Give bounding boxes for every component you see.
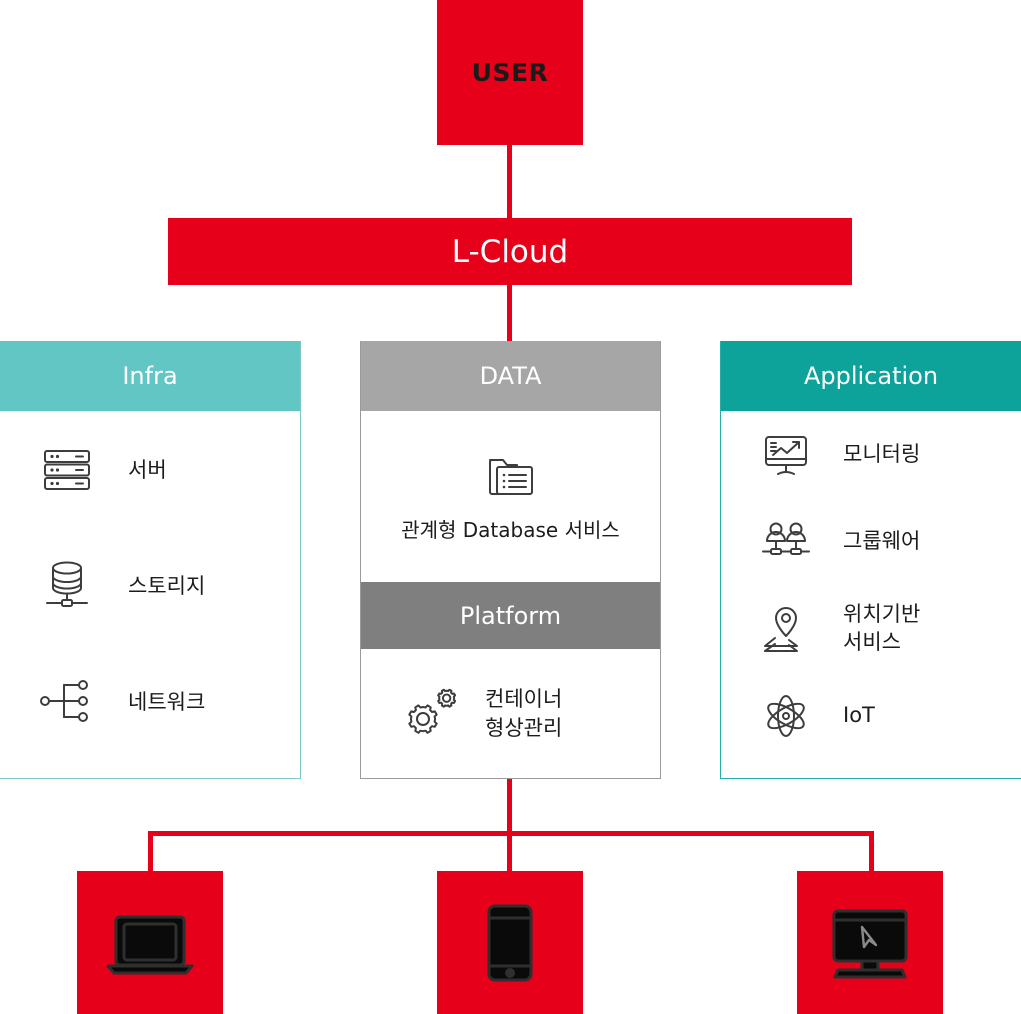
device-box-laptop[interactable] <box>77 871 223 1014</box>
app-item-monitoring[interactable]: 모니터링 <box>721 411 1021 498</box>
connector-user-to-cloud <box>507 145 512 218</box>
atom-icon <box>756 690 816 742</box>
app-item-label-location-line1: 위치기반 <box>843 602 921 627</box>
infra-item-server[interactable]: 서버 <box>0 411 300 527</box>
infra-body: 서버 스토리지 네트워크 <box>0 411 300 759</box>
platform-header: Platform <box>361 582 660 649</box>
connector-columns-to-bus <box>507 779 512 836</box>
connector-cloud-to-columns <box>507 285 512 341</box>
app-item-label-monitoring: 모니터링 <box>843 441 921 466</box>
monitoring-chart-icon <box>756 431 816 479</box>
application-header-label: Application <box>803 362 939 390</box>
data-body[interactable]: 관계형 Database 서비스 <box>361 411 660 582</box>
data-caption: 관계형 Database 서비스 <box>401 518 620 542</box>
user-box-label: USER <box>471 58 549 87</box>
connector-bus-to-mobile <box>507 831 512 871</box>
desktop-monitor-cursor-icon <box>824 905 916 981</box>
app-item-label-iot: IoT <box>843 702 875 727</box>
platform-header-label: Platform <box>459 601 562 630</box>
application-header: Application <box>721 341 1021 411</box>
l-cloud-bar[interactable]: L-Cloud <box>168 218 852 285</box>
diagram-canvas: USER L-Cloud Infra 서버 스토리지 네트워크 DATA 관계형… <box>0 0 1021 1014</box>
platform-label-line1: 컨테이너 <box>485 687 563 712</box>
user-box[interactable]: USER <box>437 0 583 145</box>
device-box-desktop[interactable] <box>797 871 943 1014</box>
app-item-iot[interactable]: IoT <box>721 672 1021 759</box>
server-rack-icon <box>34 441 100 497</box>
mobile-phone-icon <box>483 902 537 984</box>
storage-cylinder-icon <box>34 556 100 614</box>
laptop-icon <box>100 905 200 981</box>
infra-item-label-network: 네트워크 <box>128 690 206 714</box>
folder-list-icon <box>484 450 538 500</box>
infra-item-label-server: 서버 <box>128 458 167 482</box>
groupware-people-icon <box>756 518 816 566</box>
platform-label: 컨테이너 형상관리 <box>485 685 562 742</box>
location-pin-layers-icon <box>756 604 816 654</box>
infra-item-label-storage: 스토리지 <box>128 574 206 598</box>
infra-item-storage[interactable]: 스토리지 <box>0 527 300 643</box>
data-platform-column: DATA 관계형 Database 서비스 Platform 컨테이너 형상관리 <box>360 341 661 779</box>
app-item-label-location: 위치기반 서비스 <box>843 601 920 656</box>
network-nodes-icon <box>34 673 100 729</box>
data-header-label: DATA <box>479 362 542 390</box>
app-item-label-groupware: 그룹웨어 <box>843 528 921 553</box>
app-item-groupware[interactable]: 그룹웨어 <box>721 498 1021 585</box>
infra-header: Infra <box>0 341 300 411</box>
app-item-location[interactable]: 위치기반 서비스 <box>721 585 1021 672</box>
app-item-label-location-line2: 서비스 <box>843 629 901 654</box>
platform-body[interactable]: 컨테이너 형상관리 <box>361 649 660 778</box>
connector-bus-to-laptop <box>148 831 153 871</box>
l-cloud-label: L-Cloud <box>451 233 569 270</box>
device-box-mobile[interactable] <box>437 871 583 1014</box>
application-column: Application 모니터링 그룹웨어 위치기반 서비스 IoT <box>720 341 1021 779</box>
platform-label-line2: 형상관리 <box>485 715 563 740</box>
gears-icon <box>397 685 463 743</box>
infra-header-label: Infra <box>122 362 178 390</box>
application-body: 모니터링 그룹웨어 위치기반 서비스 IoT <box>721 411 1021 759</box>
connector-bus-to-desktop <box>869 831 874 871</box>
infra-item-network[interactable]: 네트워크 <box>0 643 300 759</box>
data-header: DATA <box>361 341 660 411</box>
infra-column: Infra 서버 스토리지 네트워크 <box>0 341 301 779</box>
